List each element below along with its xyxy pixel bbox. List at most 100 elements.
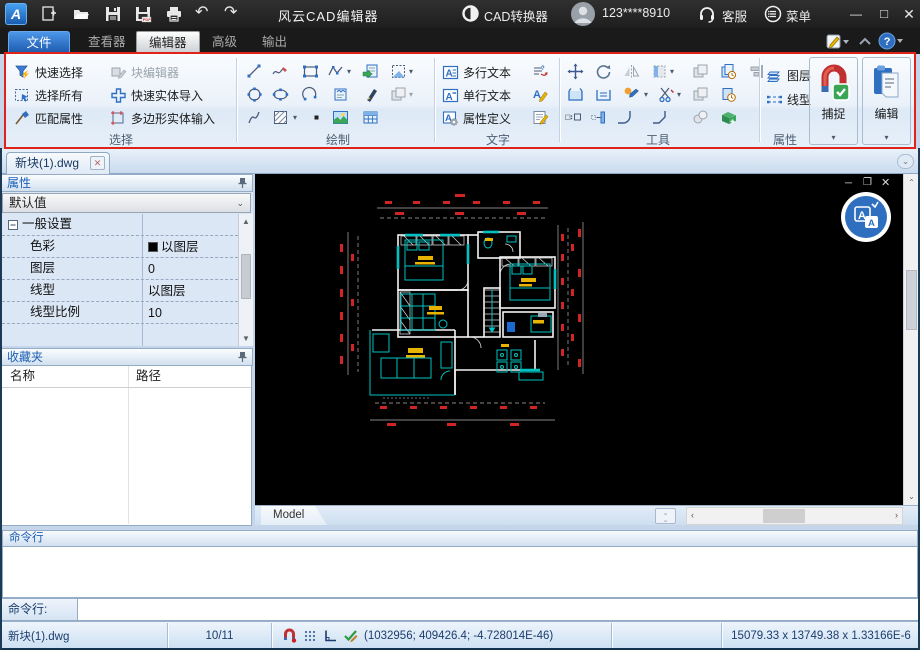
scroll-thumb[interactable] (241, 254, 251, 299)
avatar-icon[interactable] (570, 1, 596, 27)
edit-button[interactable]: 编辑 ▾ (862, 57, 911, 145)
draw-clip-icon[interactable] (390, 63, 407, 80)
tool-frame-icon[interactable] (651, 63, 668, 80)
drawing-canvas[interactable]: ─ ❐ ✕ AA (255, 174, 903, 505)
status-ortho-icon[interactable] (323, 629, 337, 643)
polyline-dropdown-icon[interactable]: ▾ (347, 67, 351, 76)
tool-add-block-icon[interactable] (720, 109, 737, 126)
tool-trim-icon[interactable] (658, 86, 675, 103)
edit-dropdown-icon[interactable]: ▾ (884, 133, 888, 142)
check-spelling-icon[interactable]: A (532, 86, 549, 103)
draw-line-icon[interactable] (246, 63, 263, 80)
status-snap-icon[interactable] (282, 628, 297, 643)
property-row-layer[interactable]: 图层 0 (2, 258, 238, 280)
preset-select[interactable]: 默认值 ⌄ (2, 193, 251, 213)
favorites-list[interactable]: 名称 路径 (1, 366, 252, 526)
hscroll-right-icon[interactable]: › (895, 510, 898, 520)
hscroll-thumb[interactable] (763, 509, 805, 523)
frame-dropdown-icon[interactable]: ▾ (670, 67, 674, 76)
trim-dropdown-icon[interactable]: ▾ (677, 90, 681, 99)
tool-align-icon[interactable] (748, 63, 765, 80)
dtext-button[interactable]: A 单行文本 (442, 85, 511, 105)
touch-dropdown-icon[interactable]: ▾ (644, 90, 648, 99)
tool-scale-icon[interactable] (564, 109, 581, 126)
vscroll-up-icon[interactable]: ⌃ (904, 178, 919, 187)
tab-advanced[interactable]: 高级 (200, 31, 249, 54)
draw-polyline-icon[interactable] (328, 63, 345, 80)
tool-paste-clock-icon[interactable] (720, 86, 737, 103)
draw-hatch-icon[interactable] (272, 109, 289, 126)
scroll-down-icon[interactable]: ▼ (239, 334, 253, 343)
draw-image-icon[interactable] (332, 109, 349, 126)
draw-circle-icon[interactable] (246, 86, 263, 103)
quick-entity-import-button[interactable]: 快速实体导入 (110, 85, 203, 105)
print-icon[interactable] (165, 5, 183, 23)
tab-file[interactable]: 文件 (8, 31, 70, 54)
account-label[interactable]: 123****8910 (602, 6, 670, 20)
support-label[interactable]: 客服 (722, 6, 747, 25)
linetype-button[interactable]: 线型 (766, 89, 811, 109)
draw-rectangle-icon[interactable] (302, 63, 319, 80)
hatch-dropdown-icon[interactable]: ▾ (293, 113, 297, 122)
select-all-button[interactable]: 选择所有 (14, 85, 83, 105)
model-tab[interactable]: Model (261, 506, 327, 525)
tool-paste-source-icon[interactable] (720, 63, 737, 80)
draw-region-icon[interactable] (390, 86, 407, 103)
match-properties-button[interactable]: 匹配属性 (14, 108, 83, 128)
status-draft-check-icon[interactable] (343, 628, 358, 643)
polygon-entity-input-button[interactable]: 多边形实体输入 (110, 108, 215, 128)
pin-icon[interactable] (237, 351, 248, 363)
translate-float-button[interactable]: AA (841, 192, 891, 242)
document-tab-close-icon[interactable]: ✕ (90, 156, 105, 170)
draw-ellipse-icon[interactable] (272, 86, 289, 103)
help-icon[interactable]: ? (878, 32, 904, 50)
save-icon[interactable] (104, 5, 122, 23)
property-row-linetype[interactable]: 线型 以图层 (2, 280, 238, 302)
tool-stretch-icon[interactable] (590, 109, 607, 126)
tab-viewer[interactable]: 查看器 (76, 31, 138, 54)
find-replace-icon[interactable]: ? (532, 63, 549, 80)
draw-arc-icon[interactable] (302, 86, 319, 103)
vscroll-thumb[interactable] (906, 270, 917, 330)
snap-dropdown-icon[interactable]: ▾ (831, 133, 835, 142)
document-tab[interactable]: 新块(1).dwg ✕ (6, 152, 110, 174)
canvas-hscrollbar[interactable]: ‹ › (686, 507, 903, 525)
command-input[interactable] (78, 598, 920, 621)
quick-select-button[interactable]: 快速选择 (14, 62, 83, 82)
layout-expand-icon[interactable]: ⌄ ⌄ (655, 508, 676, 524)
minimize-button[interactable]: — (845, 4, 867, 24)
clip-dropdown-icon[interactable]: ▾ (409, 67, 413, 76)
quick-edit-icon[interactable] (826, 34, 850, 50)
draw-table-icon[interactable] (362, 109, 379, 126)
doc-restore-icon[interactable]: ❐ (863, 177, 872, 189)
scroll-up-icon[interactable]: ▲ (239, 217, 253, 226)
command-panel-header[interactable]: 命令行 (2, 530, 918, 547)
collapse-ribbon-icon[interactable] (858, 36, 872, 46)
property-row-ltscale[interactable]: 线型比例 10 (2, 302, 238, 324)
tool-base-tray-icon[interactable] (567, 86, 584, 103)
collapse-section-icon[interactable] (8, 220, 18, 230)
cad-converter-icon[interactable] (462, 5, 479, 22)
menu-icon[interactable] (764, 5, 782, 23)
draw-spline-icon[interactable] (246, 109, 263, 126)
status-grid-icon[interactable] (303, 629, 317, 643)
tool-rotate-icon[interactable] (595, 63, 612, 80)
menu-label[interactable]: 菜单 (786, 6, 811, 25)
doc-close-icon[interactable]: ✕ (881, 177, 890, 189)
edit-text-icon[interactable] (532, 109, 549, 126)
redo-icon[interactable]: ↷ (224, 3, 242, 21)
open-folder-icon[interactable] (72, 5, 90, 23)
tool-move-icon[interactable] (567, 63, 584, 80)
cad-converter-label[interactable]: CAD转换器 (484, 6, 548, 25)
favorites-panel-header[interactable]: 收藏夹 (0, 348, 253, 366)
tool-touch-select-icon[interactable] (623, 86, 640, 103)
new-file-icon[interactable] (40, 5, 58, 23)
tab-bar-chevron-icon[interactable]: ⌄ (897, 154, 914, 169)
canvas-vscrollbar[interactable]: ⌃ ⌄ (903, 174, 919, 505)
tool-chamfer-icon[interactable] (651, 109, 668, 126)
support-headset-icon[interactable] (698, 5, 716, 23)
draw-style-pen-icon[interactable] (364, 86, 381, 103)
tab-output[interactable]: 输出 (250, 31, 299, 54)
tool-fillet-icon[interactable] (616, 109, 633, 126)
close-button[interactable]: ✕ (898, 4, 920, 24)
